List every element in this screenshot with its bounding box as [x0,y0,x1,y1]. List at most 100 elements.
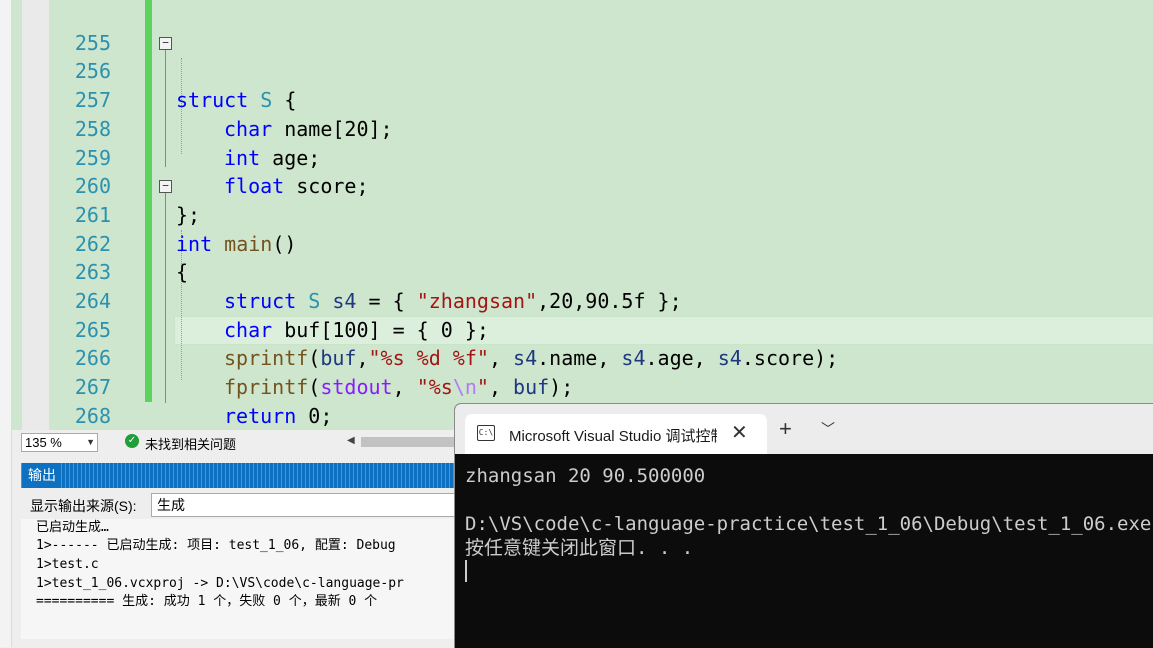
line-number: 261 [74,202,111,227]
debug-console-window: C:\ Microsoft Visual Studio 调试控制台 ✕ + ﹀ … [454,403,1153,648]
member: .score); [741,346,839,371]
punct: , [392,375,417,400]
code-text: sprintf(buf,"%s %d %f", s4.name, s4.age,… [224,344,838,373]
punct: = { [356,289,417,313]
code-editor[interactable]: − − 255 256 struct S { 257 char name[20]… [0,0,1153,430]
code-area[interactable]: − − 255 256 struct S { 257 char name[20]… [75,0,1153,430]
chevron-down-icon[interactable]: ﹀ [821,418,835,440]
line-number: 258 [74,116,111,141]
line-number: 263 [74,260,111,285]
code-line-263: 263 struct S s4 = { "zhangsan",20,90.5f … [75,230,682,313]
code-line-255: 255 [75,0,224,55]
code-line-266: 266 fprintf(stdout, "%s\n", buf); [75,316,573,399]
punct: ,20,90.5f }; [537,289,682,313]
code-text: char name[20]; [224,115,393,144]
output-line: 已启动生成… [36,520,109,535]
line-number: 259 [74,145,111,170]
output-panel: 输出 显示输出来源(S): 生成 已启动生成… 1>------ 已启动生成: … [21,463,468,647]
console-tab-title: Microsoft Visual Studio 调试控制台 [509,428,717,445]
variable: buf [513,375,550,400]
macro: stdout [320,375,393,400]
member-decl: name[20]; [272,116,393,141]
console-tab-bar: C:\ Microsoft Visual Studio 调试控制台 ✕ + ﹀ [455,404,1153,454]
line-number: 260 [74,174,111,199]
code-text: char buf[100] = { 0 }; [224,316,489,345]
punct: , [488,346,514,371]
chevron-down-icon: ▼ [86,437,95,447]
code-text: struct S s4 = { "zhangsan",20,90.5f }; [224,287,682,316]
code-text: int age; [224,144,320,173]
function-name: main [224,231,273,256]
line-number: 256 [74,59,111,84]
line-number: 257 [74,88,111,113]
member-decl: age; [260,145,321,170]
keyword: float [224,174,285,199]
code-line-265: 265 sprintf(buf,"%s %d %f", s4.name, s4.… [75,287,838,371]
punct: () [272,231,297,256]
punct: , [488,375,514,400]
code-line-268: 268 } [75,373,224,428]
variable: s4 [332,289,357,313]
punct: ); [549,375,574,400]
escape-sequence: \n [452,375,477,400]
console-line: D:\VS\code\c-language-practice\test_1_06… [465,513,1152,535]
line-number: 255 [74,30,111,55]
editor-status-bar: 135 % ▼ ✓ 未找到相关问题 ◀ [11,430,461,453]
console-line: 按任意键关闭此窗口. . . [465,537,694,559]
punct: ( [308,346,321,371]
code-line-259: 259 float score; [75,115,369,199]
output-source-select[interactable]: 生成 [151,493,468,517]
console-output[interactable]: zhangsan 20 90.500000 D:\VS\code\c-langu… [455,454,1153,648]
string-literal: " [476,375,489,400]
function-name: sprintf [224,346,309,371]
keyword: struct [224,289,297,313]
type-name: S [260,88,273,113]
output-line: ========== 生成: 成功 1 个，失败 0 个，最新 0 个 [36,594,378,609]
new-tab-button[interactable]: + [779,418,792,440]
punct: [100] = { 0 }; [320,317,489,342]
close-icon[interactable]: ✕ [731,420,748,445]
type-name: S [308,289,321,313]
variable: s4 [621,346,646,371]
code-line-262: 262 { [75,201,224,285]
variable: buf [320,346,357,371]
line-number: 265 [74,317,111,342]
output-line: 1>test_1_06.vcxproj -> D:\VS\code\c-lang… [36,576,404,591]
zoom-dropdown[interactable]: 135 % ▼ [21,433,98,452]
terminal-icon: C:\ [477,425,495,441]
console-tab[interactable]: C:\ Microsoft Visual Studio 调试控制台 ✕ [465,414,767,454]
issues-status[interactable]: 未找到相关问题 [145,434,236,453]
output-source-row: 显示输出来源(S): 生成 [21,491,468,517]
code-line-256: 256 struct S { [75,29,297,112]
output-panel-titlebar[interactable]: 输出 [21,463,461,488]
code-text: fprintf(stdout, "%s\n", buf); [224,373,573,402]
member: .name, [537,346,622,371]
line-number: 262 [74,231,111,256]
scroll-left-icon[interactable]: ◀ [347,435,355,446]
keyword: char [224,116,273,141]
output-source-label: 显示输出来源(S): [30,498,137,514]
line-number: 266 [74,346,111,371]
member-decl: score; [284,174,369,199]
output-line: 1>test.c [36,557,99,572]
string-literal: "%s %d %f" [368,346,489,371]
code-text: float score; [224,172,369,201]
line-number: 268 [74,403,111,428]
punct: { [272,88,297,113]
punct: ( [308,375,321,400]
output-line: 1>------ 已启动生成: 项目: test_1_06, 配置: Debug [36,538,396,553]
punct: 0; [296,403,333,428]
code-line-260: 260 }; [75,144,224,227]
function-name: fprintf [224,375,309,400]
punct: , [356,346,369,371]
output-text-area[interactable]: 已启动生成… 1>------ 已启动生成: 项目: test_1_06, 配置… [21,519,461,639]
zoom-value: 135 % [25,435,62,450]
variable: s4 [513,346,538,371]
string-literal: "%s [416,375,453,400]
text-cursor [465,560,467,582]
horizontal-scrollbar-thumb[interactable] [361,437,461,447]
code-line-267: 267 return 0; [75,344,333,428]
keyword: char [224,317,273,342]
change-tracking-bar [145,0,152,402]
code-line-257: 257 char name[20]; [75,57,393,141]
